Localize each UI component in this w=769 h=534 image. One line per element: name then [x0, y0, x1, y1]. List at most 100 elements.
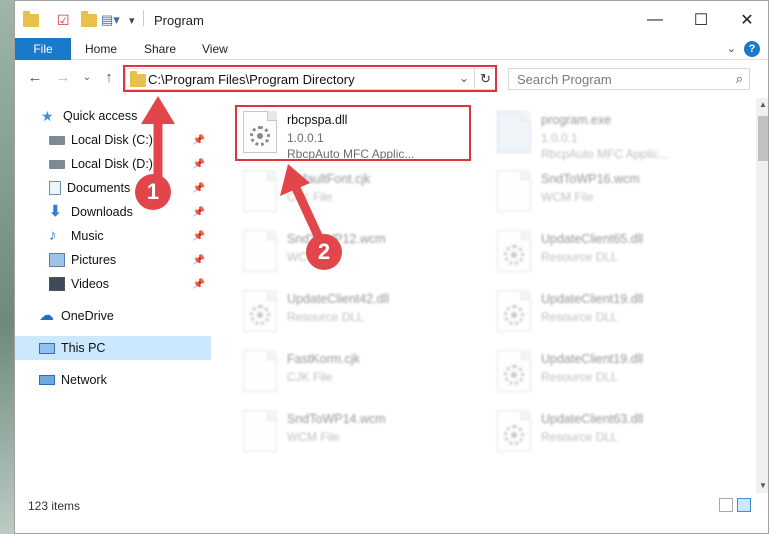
- title-bar: ☑ ▤▾ ▾ Program — ☐ ✕: [15, 1, 768, 38]
- sidebar-item-videos[interactable]: Videos 📌: [15, 272, 211, 296]
- tab-home[interactable]: Home: [85, 38, 117, 60]
- tab-file[interactable]: File: [15, 38, 71, 60]
- file-item[interactable]: DefaultFont.cjk CJK File: [235, 164, 475, 220]
- address-bar[interactable]: C:\Program Files\Program Directory ⌄: [125, 68, 496, 90]
- pin-icon[interactable]: 📌: [193, 159, 205, 170]
- pin-icon[interactable]: 📌: [193, 255, 205, 266]
- help-button[interactable]: ?: [744, 41, 760, 57]
- file-type: Resource DLL: [541, 370, 618, 384]
- search-icon[interactable]: ⌕: [736, 71, 743, 87]
- file-icon: [497, 170, 531, 212]
- search-input[interactable]: Search Program ⌕: [508, 68, 750, 90]
- file-icon: [243, 350, 277, 392]
- tab-share[interactable]: Share: [144, 38, 176, 60]
- sidebar-item-label: Local Disk (D:): [71, 157, 153, 171]
- file-version: 1.0.0.1: [541, 131, 578, 145]
- large-icons-view-icon[interactable]: [737, 498, 751, 512]
- sidebar-item-this-pc[interactable]: This PC: [15, 336, 211, 360]
- file-item[interactable]: SndToWP16.wcm WCM File: [489, 164, 729, 220]
- file-name: UpdateClient42.dll: [287, 292, 390, 306]
- file-item-program-exe[interactable]: program.exe 1.0.0.1 RbcpAuto MFC Applic.…: [489, 105, 729, 161]
- file-type: WCM File: [287, 430, 340, 444]
- title-divider: [143, 10, 144, 26]
- file-name: program.exe: [541, 113, 612, 127]
- file-item[interactable]: FastKorm.cjk CJK File: [235, 344, 475, 400]
- scroll-thumb[interactable]: [758, 116, 768, 161]
- sidebar-item-label: Local Disk (C:): [71, 133, 153, 147]
- dll-file-icon: [243, 290, 277, 332]
- maximize-button[interactable]: ☐: [678, 1, 724, 38]
- file-name: SndToWP16.wcm: [541, 172, 640, 186]
- customize-quick-access-icon[interactable]: ▤▾: [101, 10, 120, 30]
- star-icon: ★: [41, 108, 54, 124]
- sidebar-item-downloads[interactable]: ⬇ Downloads 📌: [15, 200, 211, 224]
- pin-icon[interactable]: 📌: [193, 279, 205, 290]
- sidebar-item-documents[interactable]: Documents 📌: [15, 176, 211, 200]
- file-type: CJK File: [287, 370, 333, 384]
- details-view-icon[interactable]: [719, 498, 733, 512]
- file-name: UpdateClient19.dll: [541, 352, 644, 366]
- pin-icon[interactable]: 📌: [193, 231, 205, 242]
- refresh-icon[interactable]: ↻: [474, 68, 496, 90]
- file-name: UpdateClient63.dll: [541, 412, 644, 426]
- file-item-rbcpspa-dll[interactable]: rbcpspa.dll 1.0.0.1 RbcpAuto MFC Applic.…: [235, 105, 475, 161]
- file-version: 1.0.0.1: [287, 131, 324, 145]
- dll-file-icon: [497, 230, 531, 272]
- pin-icon[interactable]: 📌: [193, 183, 205, 194]
- drive-icon: [49, 135, 65, 145]
- file-name: DefaultFont.cjk: [287, 172, 371, 186]
- file-item[interactable]: UpdateClient19.dll Resource DLL: [489, 344, 729, 400]
- file-name: rbcpspa.dll: [287, 113, 348, 127]
- computer-icon: [39, 342, 55, 354]
- quick-access-dropdown-icon[interactable]: ▾: [129, 10, 135, 30]
- item-count: 123 items: [28, 499, 81, 513]
- navigation-pane: ★ Quick access Local Disk (C:) 📌 Local D…: [15, 98, 211, 493]
- recent-locations-icon[interactable]: ⌄: [77, 68, 97, 88]
- sidebar-item-network[interactable]: Network: [15, 368, 211, 392]
- file-item[interactable]: UpdateClient63.dll Resource DLL: [489, 404, 729, 460]
- sidebar-item-label: Music: [71, 229, 104, 243]
- pin-icon[interactable]: 📌: [193, 207, 205, 218]
- forward-icon[interactable]: →: [53, 68, 73, 88]
- cloud-icon: ☁: [39, 307, 54, 324]
- dll-file-icon: [497, 410, 531, 452]
- expand-ribbon-icon[interactable]: ⌄: [727, 42, 736, 55]
- file-description: RbcpAuto MFC Applic...: [541, 147, 669, 161]
- vertical-scrollbar[interactable]: ▲ ▼: [756, 98, 768, 493]
- sidebar-item-onedrive[interactable]: ☁ OneDrive: [15, 304, 211, 328]
- file-description: RbcpAuto MFC Applic...: [287, 147, 415, 161]
- file-type: Resource DLL: [541, 250, 618, 264]
- navigation-bar: ← → ⌄ ↑ C:\Program Files\Program Directo…: [15, 60, 768, 98]
- tab-view[interactable]: View: [202, 38, 228, 60]
- close-button[interactable]: ✕: [724, 1, 768, 38]
- sidebar-item-quick-access[interactable]: ★ Quick access: [15, 104, 211, 128]
- minimize-button[interactable]: —: [632, 1, 678, 38]
- file-type: Resource DLL: [541, 430, 618, 444]
- properties-icon[interactable]: ☑: [57, 10, 70, 30]
- sidebar-item-local-disk-d[interactable]: Local Disk (D:) 📌: [15, 152, 211, 176]
- file-type: Resource DLL: [541, 310, 618, 324]
- address-dropdown-icon[interactable]: ⌄: [459, 71, 469, 85]
- sidebar-item-label: Downloads: [71, 205, 133, 219]
- scroll-up-icon[interactable]: ▲: [756, 98, 768, 112]
- file-item[interactable]: SndToWP12.wcm WCM File: [235, 224, 475, 280]
- sidebar-item-pictures[interactable]: Pictures 📌: [15, 248, 211, 272]
- title-folder-icon: [23, 10, 39, 30]
- downloads-icon: ⬇: [49, 203, 62, 220]
- file-item[interactable]: UpdateClient65.dll Resource DLL: [489, 224, 729, 280]
- new-folder-icon[interactable]: [81, 10, 97, 30]
- sidebar-item-local-disk-c[interactable]: Local Disk (C:) 📌: [15, 128, 211, 152]
- network-icon: [39, 375, 55, 385]
- dll-file-icon: [243, 111, 277, 153]
- file-item[interactable]: UpdateClient42.dll Resource DLL: [235, 284, 475, 340]
- pin-icon[interactable]: 📌: [193, 135, 205, 146]
- file-item[interactable]: SndToWP14.wcm WCM File: [235, 404, 475, 460]
- scroll-down-icon[interactable]: ▼: [756, 479, 768, 493]
- sidebar-item-music[interactable]: ♪ Music 📌: [15, 224, 211, 248]
- search-placeholder: Search Program: [517, 72, 612, 87]
- sidebar-item-label: OneDrive: [61, 309, 114, 323]
- address-path[interactable]: C:\Program Files\Program Directory: [148, 72, 355, 87]
- back-icon[interactable]: ←: [25, 68, 45, 88]
- up-icon[interactable]: ↑: [99, 68, 119, 88]
- file-item[interactable]: UpdateClient19.dll Resource DLL: [489, 284, 729, 340]
